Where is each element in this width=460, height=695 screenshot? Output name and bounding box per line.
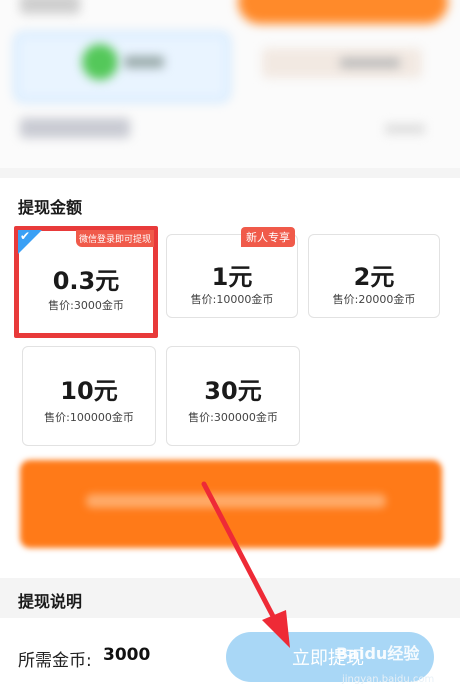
blurred-text xyxy=(124,56,164,68)
option-amount: 0.3元 xyxy=(52,267,120,295)
option-amount: 1元 xyxy=(211,263,253,291)
watermark-url: jingyan.baidu.com xyxy=(342,674,435,685)
blurred-row-link xyxy=(385,124,425,134)
option-amount: 30元 xyxy=(204,377,262,405)
baidu-watermark: Baidu经验 xyxy=(336,640,419,664)
amount-option-0.3[interactable]: ✔ 微信登录即可提现 0.3元 售价:3000金币 xyxy=(14,226,158,338)
amount-option-1[interactable]: 新人专享 1元 售价:10000金币 xyxy=(166,227,298,318)
amount-option-2[interactable]: 2元 售价:20000金币 xyxy=(308,234,440,318)
amount-option-10[interactable]: 10元 售价:100000金币 xyxy=(22,346,156,446)
withdraw-description-title: 提现说明 xyxy=(18,592,83,611)
blurred-title xyxy=(20,0,80,14)
required-coins-value: 3000 xyxy=(103,645,151,665)
blurred-wechat-icon xyxy=(82,44,118,80)
blurred-banner-text xyxy=(86,494,386,508)
new-user-tag: 新人专享 xyxy=(241,227,295,247)
check-icon: ✔ xyxy=(20,229,31,243)
blurred-orange-button xyxy=(238,0,448,24)
wechat-login-tag: 微信登录即可提现 xyxy=(75,230,154,247)
option-price: 售价:3000金币 xyxy=(48,299,124,312)
blurred-text-2 xyxy=(340,58,400,68)
amount-option-30[interactable]: 30元 售价:300000金币 xyxy=(166,346,300,446)
required-coins-label: 所需金币: xyxy=(18,651,92,671)
section-title: 提现金额 xyxy=(18,198,83,217)
option-amount: 2元 xyxy=(353,263,395,291)
option-price: 售价:10000金币 xyxy=(190,293,274,306)
blurred-account-card xyxy=(14,32,230,102)
option-price: 售价:20000金币 xyxy=(332,293,416,306)
watermark-text: Baidu经验 xyxy=(336,644,420,663)
blurred-header-area xyxy=(0,0,460,168)
blurred-row xyxy=(20,118,130,138)
option-amount: 10元 xyxy=(60,377,118,405)
blurred-orange-banner[interactable] xyxy=(16,456,446,552)
option-price: 售价:100000金币 xyxy=(44,411,134,424)
option-price: 售价:300000金币 xyxy=(188,411,278,424)
